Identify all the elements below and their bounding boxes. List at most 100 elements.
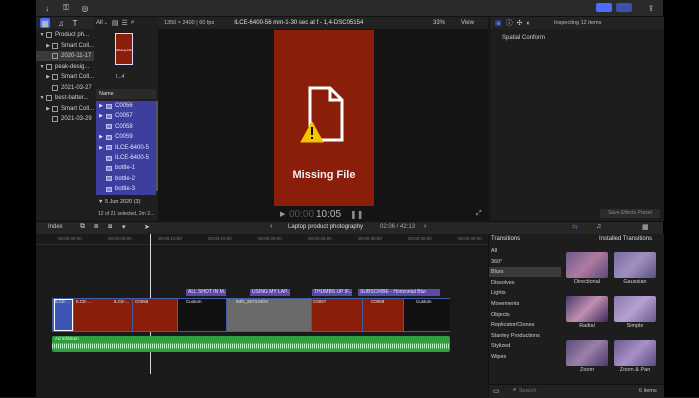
disclosure-icon[interactable]: ▶ bbox=[44, 106, 52, 112]
name-column-header[interactable]: Name bbox=[96, 89, 156, 99]
disclosure-icon[interactable]: ▶ bbox=[96, 134, 106, 140]
browser-clip-row[interactable]: ▶ C0059 bbox=[96, 132, 156, 142]
background-tasks-icon[interactable]: ◎ bbox=[80, 3, 90, 13]
transition-thumbnail[interactable] bbox=[614, 340, 656, 366]
timeline-ruler[interactable]: 00:00:00:00 00:00:05:00 00:00:10:00 00:00:1… bbox=[36, 234, 488, 245]
play-icon[interactable]: ▶ bbox=[280, 210, 285, 218]
clip-title: ILCE-6400-56 mm-1-30 sec at f - 1,4-DSC0… bbox=[234, 20, 364, 26]
transform-icon[interactable]: ✣ bbox=[517, 19, 523, 27]
clip-appearance-icon[interactable]: ☰ bbox=[122, 19, 128, 27]
library-tree-item[interactable]: 2021-03-27 bbox=[36, 83, 94, 93]
disclosure-icon[interactable]: ▶ bbox=[44, 74, 52, 80]
index-button[interactable]: Index bbox=[48, 224, 63, 230]
ruler-tick-label: 00:00:15:00 bbox=[208, 236, 232, 241]
append-clip-icon[interactable]: ⧇ bbox=[108, 223, 112, 231]
transition-category[interactable]: Replicator/Clones bbox=[489, 320, 561, 330]
sidebar-toggle-icon[interactable]: ▭ bbox=[493, 387, 500, 395]
title-clip[interactable]: ALL SHOT IN M... bbox=[186, 289, 226, 296]
browser-clip-row[interactable]: ▶ C0056 bbox=[96, 101, 156, 111]
transition-category[interactable]: Objects bbox=[489, 310, 561, 320]
insert-clip-icon[interactable]: ⧈ bbox=[94, 223, 98, 231]
audio-skimming-icon[interactable]: ⇆ bbox=[572, 223, 578, 231]
transition-thumbnail[interactable] bbox=[566, 252, 608, 278]
transitions-header: Transitions bbox=[491, 236, 521, 242]
zoom-popup[interactable]: 33% bbox=[433, 20, 445, 26]
library-tree-item[interactable]: ▼ Product ph... bbox=[36, 30, 94, 40]
browser-clip-row[interactable]: ▶ ILCE-6400-5 bbox=[96, 143, 156, 153]
save-effects-preset-button[interactable]: Save Effects Preset bbox=[600, 209, 660, 218]
disclosure-icon[interactable]: ▶ bbox=[44, 43, 52, 49]
title-clip[interactable]: SUBSCRIBE - Horizontal Blur bbox=[358, 289, 440, 296]
browser-clip-row[interactable]: ILCE-6400-5 bbox=[96, 153, 156, 163]
share-icon[interactable]: ⇪ bbox=[646, 3, 656, 13]
transition-category[interactable]: Blurs bbox=[489, 267, 561, 278]
disclosure-icon[interactable]: ▼ bbox=[38, 64, 46, 70]
transition-thumbnail[interactable] bbox=[566, 340, 608, 366]
library-tree-item[interactable]: ▶ Smart Coll... bbox=[36, 41, 94, 51]
back-arrow-icon[interactable]: ‹ bbox=[270, 223, 272, 230]
forward-arrow-icon[interactable]: › bbox=[424, 223, 426, 230]
transition-thumbnail[interactable] bbox=[566, 296, 608, 322]
transition-thumbnail[interactable] bbox=[614, 296, 656, 322]
transition-category[interactable]: Stanley Productions bbox=[489, 331, 561, 341]
view-popup[interactable]: View bbox=[461, 20, 474, 26]
transition-category[interactable]: All bbox=[489, 246, 561, 256]
transition-category[interactable]: 360° bbox=[489, 257, 561, 267]
transition-category[interactable]: Dissolves bbox=[489, 278, 561, 288]
headphones-icon[interactable]: ♫ bbox=[596, 223, 601, 230]
timecode-display[interactable]: 10:05 bbox=[316, 209, 341, 220]
transition-category[interactable]: Movements bbox=[489, 299, 561, 309]
photos-audio-icon[interactable]: ♫ bbox=[56, 18, 66, 28]
library-filter-popup[interactable]: All bbox=[96, 20, 103, 26]
effects-browser-icon[interactable]: ▦ bbox=[642, 223, 649, 231]
disclosure-icon[interactable]: ▼ bbox=[38, 32, 46, 38]
info-icon[interactable]: ⓘ bbox=[506, 18, 513, 28]
library-tree-item[interactable]: ▶ Smart Coll... bbox=[36, 72, 94, 82]
libraries-icon[interactable]: ▦ bbox=[40, 18, 50, 28]
overwrite-clip-icon[interactable]: ▾ bbox=[122, 223, 126, 231]
browser-clip-row[interactable]: bottle-3 bbox=[96, 184, 156, 194]
color-icon[interactable]: ◐ bbox=[527, 20, 531, 27]
transition-category[interactable]: Wipes bbox=[489, 352, 561, 362]
library-tree-item[interactable]: 2020-11-17 bbox=[36, 51, 94, 61]
library-tree-item[interactable]: ▼ peak-desig... bbox=[36, 62, 94, 72]
clip-icon bbox=[106, 176, 112, 182]
library-tree-item[interactable]: ▼ best-batter... bbox=[36, 93, 94, 103]
browser-clip-row[interactable]: ▶ C0057 bbox=[96, 111, 156, 121]
titles-icon[interactable]: T bbox=[70, 18, 80, 28]
ruler-tick-label: 00:00:30:00 bbox=[358, 236, 382, 241]
disclosure-icon[interactable]: ▶ bbox=[96, 103, 106, 109]
audio-clip[interactable]: Ad Infinitum bbox=[52, 336, 450, 352]
search-icon[interactable]: ⌕ bbox=[131, 19, 135, 27]
browser-clip-row[interactable]: bottle-1 bbox=[96, 163, 156, 173]
browser-clip-row[interactable]: C0058 bbox=[96, 122, 156, 132]
chevron-down-icon[interactable]: ⌄ bbox=[104, 20, 108, 26]
thumbnail-caption: I...4 bbox=[116, 74, 125, 80]
filmstrip-icon[interactable]: ▤ bbox=[112, 19, 119, 27]
browser-toolbar: All ⌄ ▤ ☰ ⌕ bbox=[96, 17, 156, 29]
disclosure-icon[interactable]: ▶ bbox=[96, 145, 106, 151]
import-icon[interactable]: ↓ bbox=[42, 3, 52, 13]
disclosure-icon[interactable]: ▼ bbox=[38, 95, 46, 101]
clip-label: C0057 bbox=[313, 299, 327, 304]
disclosure-icon[interactable]: ▶ bbox=[96, 113, 106, 119]
library-tree-item[interactable]: ▶ Smart Coll... bbox=[36, 104, 94, 114]
title-clip[interactable]: THUMBS UP IF... bbox=[312, 289, 352, 296]
title-clip[interactable]: USING MY LAP... bbox=[250, 289, 290, 296]
keyword-icon[interactable]: ⚿ bbox=[60, 3, 72, 13]
transition-thumbnail[interactable] bbox=[614, 252, 656, 278]
transitions-search-input[interactable] bbox=[519, 387, 599, 395]
date-group-row[interactable]: ▼ 5 Jun 2020 (3) bbox=[98, 199, 140, 205]
library-layout-button[interactable] bbox=[596, 3, 612, 12]
missing-file-label: Missing File bbox=[292, 169, 356, 181]
browser-clip-row[interactable]: bottle-2 bbox=[96, 174, 156, 184]
browser-thumbnail[interactable]: Missing File bbox=[115, 33, 133, 65]
fullscreen-icon[interactable]: ⤢ bbox=[476, 210, 482, 218]
video-inspector-icon[interactable]: ▣ bbox=[495, 19, 502, 27]
connect-clip-icon[interactable]: ⧉ bbox=[80, 223, 85, 231]
select-tool-icon[interactable]: ➤ bbox=[144, 223, 150, 231]
timeline-layout-button[interactable] bbox=[616, 3, 632, 12]
transition-category[interactable]: Lights bbox=[489, 288, 561, 298]
transition-category[interactable]: Stylized bbox=[489, 341, 561, 351]
library-tree-item[interactable]: 2021-03-29 bbox=[36, 114, 94, 124]
